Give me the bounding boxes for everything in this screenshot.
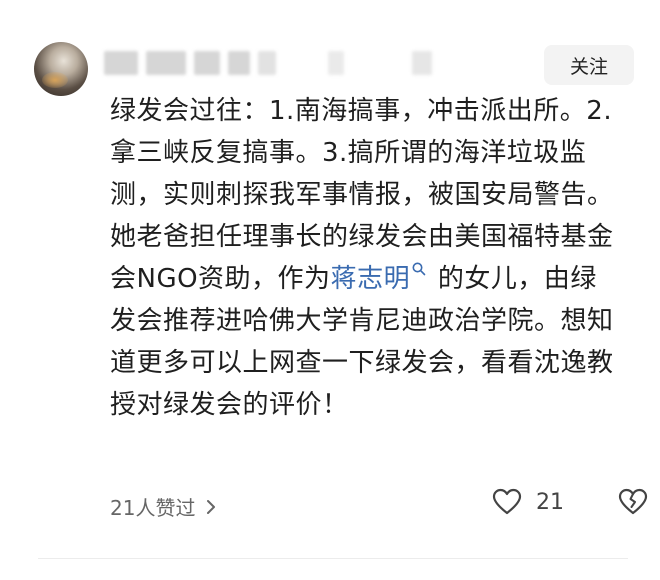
reaction-bar: 21 [492, 488, 648, 516]
search-icon [412, 262, 426, 276]
like-button[interactable] [492, 488, 522, 516]
likers-label: 21人赞过 [110, 496, 196, 520]
redaction-block [194, 51, 220, 75]
comment-text: 绿发会过往：1.南海搞事，冲击派出所。2.拿三峡反复搞事。3.搞所谓的海洋垃圾监… [110, 90, 622, 426]
avatar-glow [42, 72, 68, 88]
avatar[interactable] [34, 42, 88, 96]
redaction-block [328, 51, 344, 75]
person-link-label: 蒋志明 [330, 264, 411, 294]
redaction-block [104, 51, 138, 75]
username-redacted[interactable] [104, 50, 432, 76]
chevron-right-icon [207, 499, 216, 514]
like-count: 21 [536, 489, 564, 515]
person-link[interactable]: 蒋志明 [330, 262, 430, 294]
likers-link[interactable]: 21人赞过 [110, 492, 217, 521]
redaction-block [412, 51, 432, 75]
heart-icon [492, 488, 522, 515]
comment-card: 关注 绿发会过往：1.南海搞事，冲击派出所。2.拿三峡反复搞事。3.搞所谓的海洋… [0, 0, 660, 580]
broken-heart-icon [618, 488, 648, 515]
redaction-block [258, 51, 276, 75]
redaction-block [228, 51, 250, 75]
redaction-block [146, 51, 186, 75]
dislike-button[interactable] [618, 488, 648, 516]
divider [38, 558, 628, 559]
follow-button[interactable]: 关注 [544, 45, 634, 85]
